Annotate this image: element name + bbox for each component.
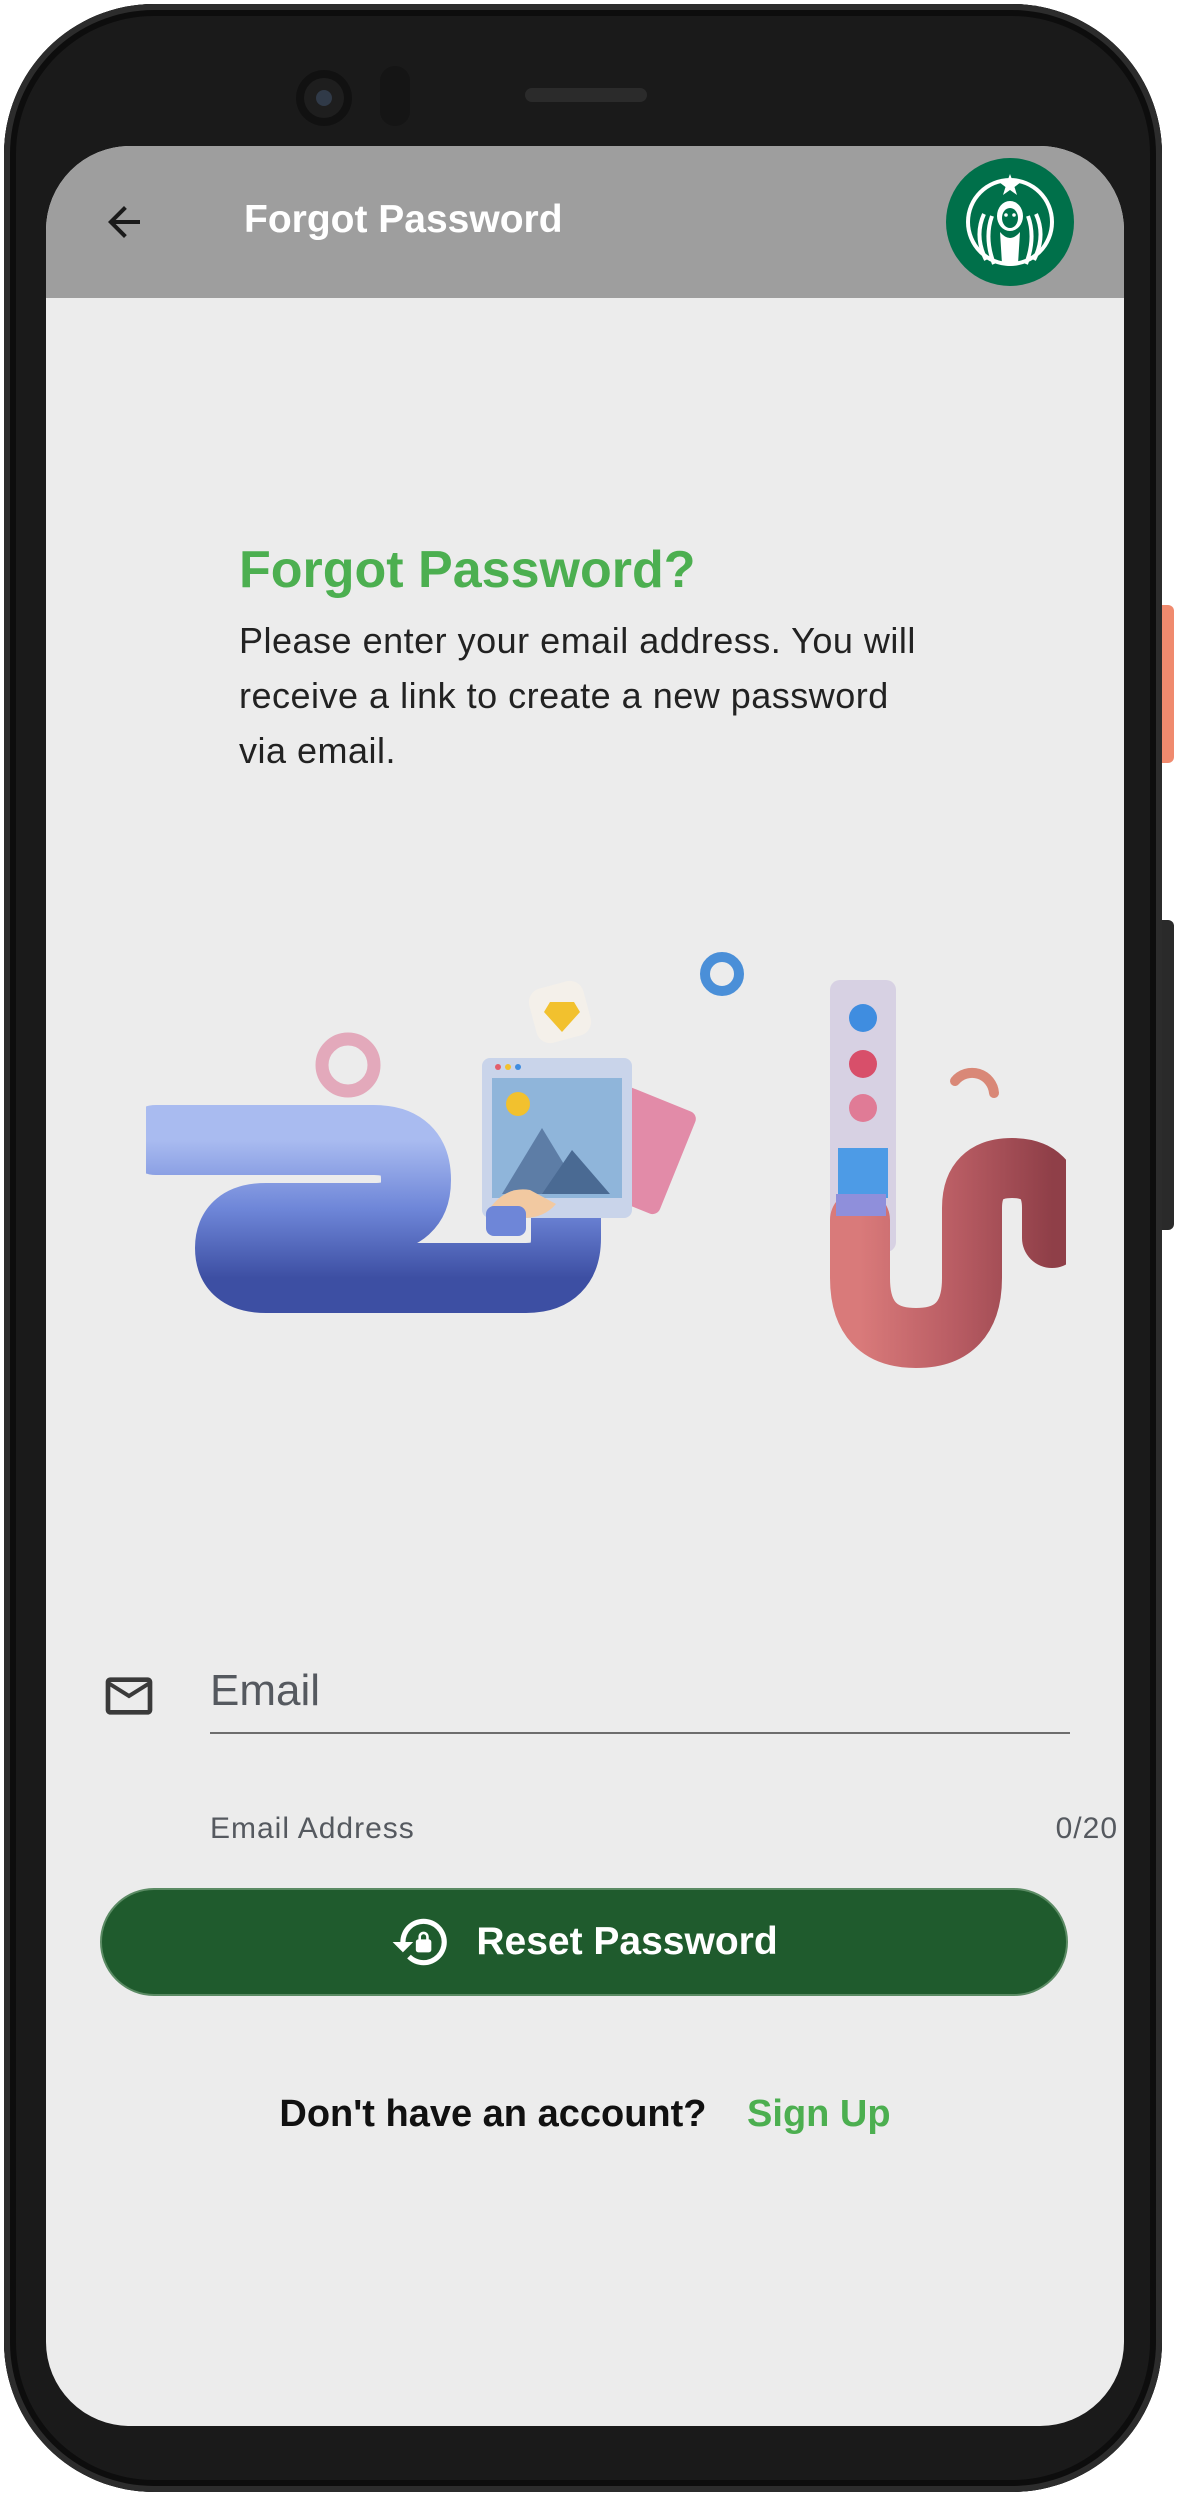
- back-button[interactable]: [92, 190, 156, 254]
- app-screen: Forgot Password Forgot Password? Please …: [46, 146, 1124, 2426]
- no-account-text: Don't have an account?: [279, 2093, 707, 2135]
- earpiece-speaker: [525, 88, 647, 102]
- email-helper-text: Email Address: [210, 1812, 415, 1845]
- page-description: Please enter your email address. You wil…: [239, 620, 916, 771]
- power-button: [1162, 605, 1174, 763]
- starbucks-siren-logo: [946, 158, 1074, 286]
- character-counter: 0/20: [1055, 1812, 1118, 1845]
- reset-password-label: Reset Password: [476, 1920, 778, 1963]
- app-bar: Forgot Password: [46, 146, 1124, 298]
- page-heading: Forgot Password?: [239, 541, 696, 599]
- volume-button: [1162, 920, 1174, 1230]
- envelope-icon: [105, 1677, 153, 1715]
- app-bar-title: Forgot Password: [244, 198, 563, 241]
- sign-up-link[interactable]: Sign Up: [747, 2093, 891, 2135]
- reset-password-button[interactable]: Reset Password: [100, 1888, 1068, 1996]
- proximity-sensor: [380, 66, 410, 126]
- email-input[interactable]: [210, 1650, 1070, 1734]
- signup-prompt-row: Don't have an account? Sign Up: [46, 2093, 1124, 2136]
- hero-illustration: [146, 928, 1066, 1369]
- arrow-left-icon: [108, 206, 140, 238]
- lock-reset-icon: [392, 1918, 448, 1966]
- front-camera: [296, 70, 352, 126]
